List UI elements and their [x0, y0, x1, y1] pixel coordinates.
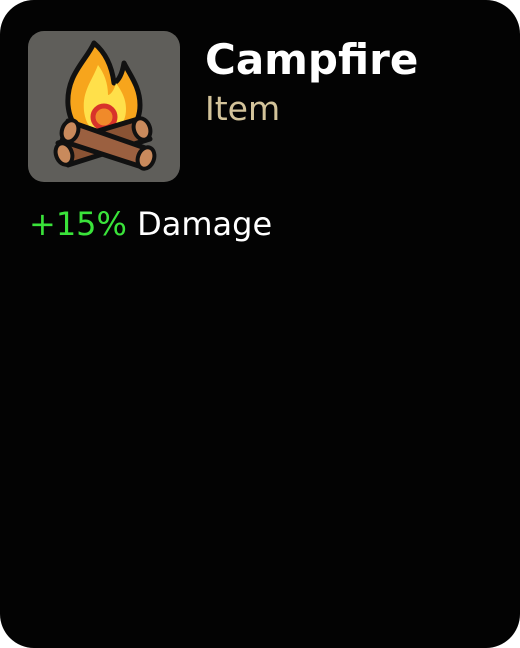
- stat-label: Damage: [137, 205, 273, 243]
- item-name: Campfire: [205, 35, 419, 84]
- stat-line: +15% Damage: [29, 202, 272, 246]
- item-tooltip: Campfire Item +15% Damage: [0, 0, 520, 648]
- item-icon-frame: [28, 31, 180, 182]
- stat-value: +15%: [29, 205, 127, 243]
- item-type: Item: [205, 89, 281, 128]
- campfire-icon: [53, 40, 157, 171]
